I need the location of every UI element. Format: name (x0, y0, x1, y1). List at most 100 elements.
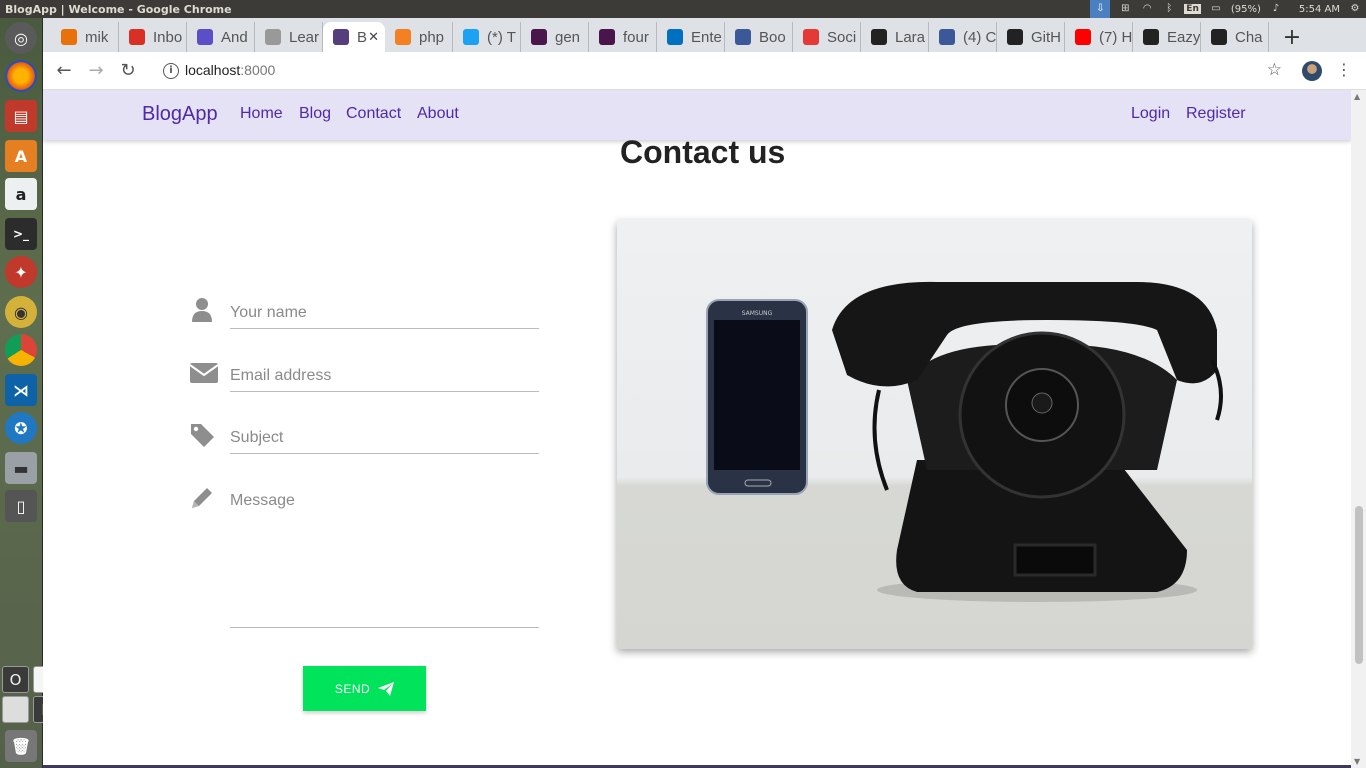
nav-contact[interactable]: Contact (346, 105, 401, 123)
volume-icon[interactable]: ♪ (1269, 3, 1283, 15)
browser-tab[interactable]: Ente (657, 22, 725, 52)
drive-icon[interactable]: ▬ (5, 452, 37, 484)
nav-login[interactable]: Login (1131, 105, 1170, 123)
browser-tab[interactable]: Inbo (119, 22, 187, 52)
page-title: Contact us (620, 134, 786, 170)
reload-icon[interactable]: ↻ (117, 60, 139, 82)
github-icon (1143, 29, 1159, 45)
page-icon (265, 29, 281, 45)
app-launcher: ◎ ▤ A a >_ ✦ ◉ ⋊ ✪ ▬ ▯ O B 🗑 (0, 18, 60, 768)
browser-tab[interactable]: GitH (997, 22, 1065, 52)
clock[interactable]: 5:54 AM (1299, 4, 1340, 15)
browser-tab[interactable]: B ✕ (323, 22, 385, 52)
message-textarea[interactable]: Message (230, 492, 539, 628)
url-host: localhost (185, 62, 241, 78)
site-navbar: BlogApp Home Blog Contact About Login Re… (43, 90, 1351, 140)
tab-label: Cha (1235, 28, 1263, 46)
browser-tab[interactable]: (4) C (929, 22, 997, 52)
browser-tab[interactable]: php (385, 22, 453, 52)
name-field[interactable]: Your name (230, 304, 539, 329)
browser-tab[interactable]: gen (521, 22, 589, 52)
github-icon (1211, 29, 1227, 45)
ubuntu-dash-icon[interactable]: ◎ (5, 22, 37, 54)
amazon-icon[interactable]: a (5, 178, 37, 210)
page-viewport: BlogApp Home Blog Contact About Login Re… (43, 90, 1351, 768)
disk-utility-icon[interactable]: ◉ (5, 296, 37, 328)
chrome-menu-icon[interactable]: ⋮ (1336, 60, 1352, 79)
trash-icon[interactable]: 🗑 (5, 730, 37, 762)
browser-tab[interactable]: four (589, 22, 657, 52)
nav-home[interactable]: Home (240, 105, 283, 123)
software-center-icon[interactable]: A (5, 140, 37, 172)
tab-label: php (419, 28, 445, 46)
browser-tab[interactable]: Eazy (1133, 22, 1201, 52)
contact-photo: SAMSUNG (617, 220, 1252, 649)
email-field[interactable]: Email address (230, 367, 539, 392)
keyboard-lang[interactable]: En (1184, 4, 1201, 14)
nav-about[interactable]: About (417, 105, 459, 123)
mdb-icon (735, 29, 751, 45)
browser-tab[interactable]: Soci (793, 22, 861, 52)
browser-tab[interactable]: And (187, 22, 255, 52)
vscode-icon[interactable]: ⋊ (5, 374, 37, 406)
url-field[interactable]: localhost:8000 (185, 62, 275, 78)
back-arrow-icon[interactable]: ← (53, 60, 75, 82)
info-icon[interactable]: i (163, 63, 179, 79)
bluetooth-icon[interactable]: ᛒ (1162, 3, 1176, 15)
terminal-icon[interactable]: >_ (5, 218, 37, 250)
profile-avatar[interactable] (1302, 61, 1322, 81)
doc-icon (871, 29, 887, 45)
os-top-bar: BlogApp | Welcome - Google Chrome ⇩ ⊞ ◠ … (0, 0, 1366, 18)
sb-icon (803, 29, 819, 45)
facebook-icon (939, 29, 955, 45)
tab-label: Lara (895, 28, 926, 46)
device-icon[interactable]: ▯ (5, 490, 37, 522)
slack-icon (599, 29, 615, 45)
forward-arrow-icon[interactable]: → (85, 60, 107, 82)
twitter-icon (463, 29, 479, 45)
new-tab-button[interactable]: + (1275, 22, 1309, 52)
scrollbar-thumb[interactable] (1355, 506, 1363, 664)
workspace-blank-2[interactable] (2, 696, 29, 723)
browser-tab[interactable]: Boo (725, 22, 793, 52)
send-label: SEND (334, 681, 371, 696)
settings-gear-icon[interactable]: ⚙ (1348, 3, 1362, 15)
nav-register[interactable]: Register (1186, 105, 1246, 123)
send-button[interactable]: SEND (303, 666, 426, 711)
page-scrollbar[interactable]: ▲ ▼ (1351, 90, 1366, 768)
browser-tab[interactable]: (*) T (453, 22, 521, 52)
browser-tab[interactable]: (7) H (1065, 22, 1133, 52)
tab-label: B (357, 28, 368, 46)
browser-tab[interactable]: Lear (255, 22, 323, 52)
workspace-icon[interactable]: ⊞ (1118, 3, 1132, 15)
firefox-icon[interactable] (5, 60, 37, 92)
subject-field[interactable]: Subject (230, 429, 539, 454)
download-icon[interactable]: ⇩ (1090, 0, 1111, 18)
battery-icon[interactable]: ▭ (1209, 3, 1223, 15)
bookmark-star-icon[interactable]: ☆ (1267, 60, 1282, 80)
workspace-o[interactable]: O (2, 666, 29, 693)
system-settings-icon[interactable]: ✦ (5, 256, 37, 288)
chrome-icon[interactable] (5, 334, 37, 366)
files-icon[interactable]: ▤ (5, 100, 37, 132)
phone-brand: SAMSUNG (742, 310, 773, 317)
scroll-up-icon[interactable]: ▲ (1354, 92, 1360, 101)
tab-label: Soci (827, 28, 857, 46)
stack-icon (395, 29, 411, 45)
tag-icon (191, 424, 214, 447)
nav-blog[interactable]: Blog (299, 105, 331, 123)
pencil-icon (192, 488, 212, 508)
tab-label: (*) T (487, 28, 516, 46)
browser-tab[interactable]: mik (51, 22, 119, 52)
tab-strip: mik Inbo And Lear B ✕ php (*) Tgen four Ente Boo So… (43, 18, 1366, 52)
browser-tab[interactable]: Cha (1201, 22, 1269, 52)
youtube-icon (1075, 29, 1091, 45)
close-tab-icon[interactable]: ✕ (368, 29, 379, 45)
brand-link[interactable]: BlogApp (142, 103, 218, 126)
address-bar-row: ← → ↻ i localhost:8000 ☆ ⋮ (43, 52, 1366, 90)
browser-tab[interactable]: Lara (861, 22, 929, 52)
wifi-icon[interactable]: ◠ (1140, 3, 1154, 15)
system-tray: ⇩ ⊞ ◠ ᛒ En ▭ (95%) ♪ 5:54 AM ⚙ (1090, 0, 1362, 18)
accessibility-icon[interactable]: ✪ (5, 412, 37, 444)
scroll-down-icon[interactable]: ▼ (1354, 757, 1360, 766)
